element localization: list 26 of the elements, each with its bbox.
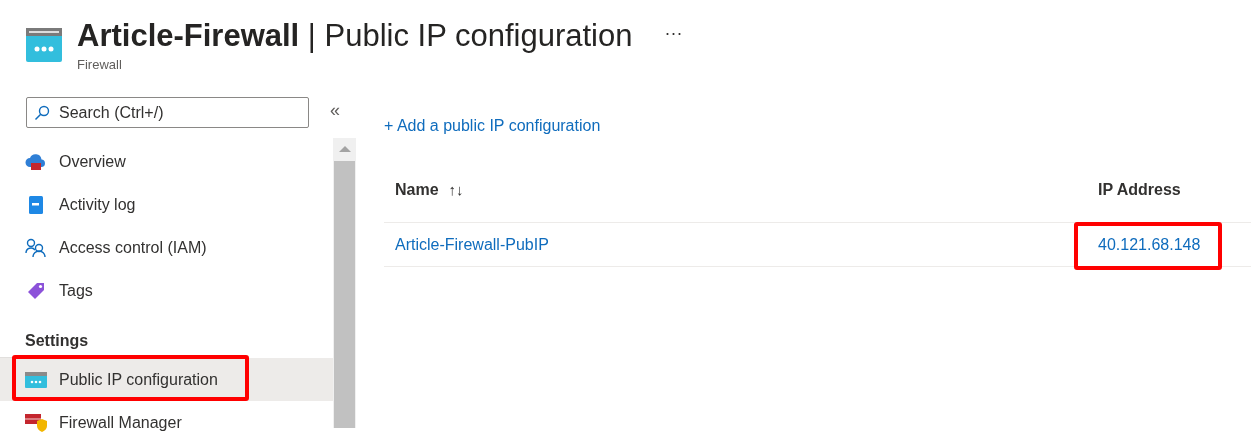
column-header[interactable]: Name (395, 181, 439, 198)
scroll-up-icon[interactable] (338, 146, 351, 152)
page-title: Article-Firewall | Public IP configuration (77, 18, 633, 54)
menu-item[interactable]: Public IP configuration (0, 358, 333, 401)
more-button[interactable]: ··· (664, 22, 683, 44)
ip-address-link[interactable]: 40.121.68.148 (1098, 235, 1201, 253)
menu-item[interactable]: Firewall Manager (0, 401, 333, 444)
scrollbar-thumb[interactable] (334, 161, 355, 428)
cloud-icon (25, 152, 47, 171)
resource-link[interactable]: Article-Firewall-PubIP (395, 235, 549, 253)
resource-type: Firewall (77, 57, 123, 72)
search-field[interactable]: Search (Ctrl+/) (26, 97, 309, 128)
menu-item[interactable]: Tags (0, 269, 333, 312)
column-header[interactable]: IP Address (1098, 181, 1181, 198)
search-icon (34, 105, 50, 121)
add-link[interactable]: + Add a public IP configuration (384, 117, 601, 135)
firewall-icon (26, 28, 62, 62)
firewall-icon (25, 371, 47, 388)
menu-item[interactable]: Overview (0, 140, 333, 183)
menu-item[interactable]: Activity log (0, 183, 333, 226)
sort-button[interactable]: ↑↓ (448, 181, 464, 198)
firewall-shield-icon (25, 412, 47, 433)
menu-item[interactable]: Access control (IAM) (0, 226, 333, 269)
collapse-button[interactable]: « (330, 100, 340, 121)
scrollbar[interactable] (333, 138, 356, 428)
people-icon (25, 237, 47, 258)
